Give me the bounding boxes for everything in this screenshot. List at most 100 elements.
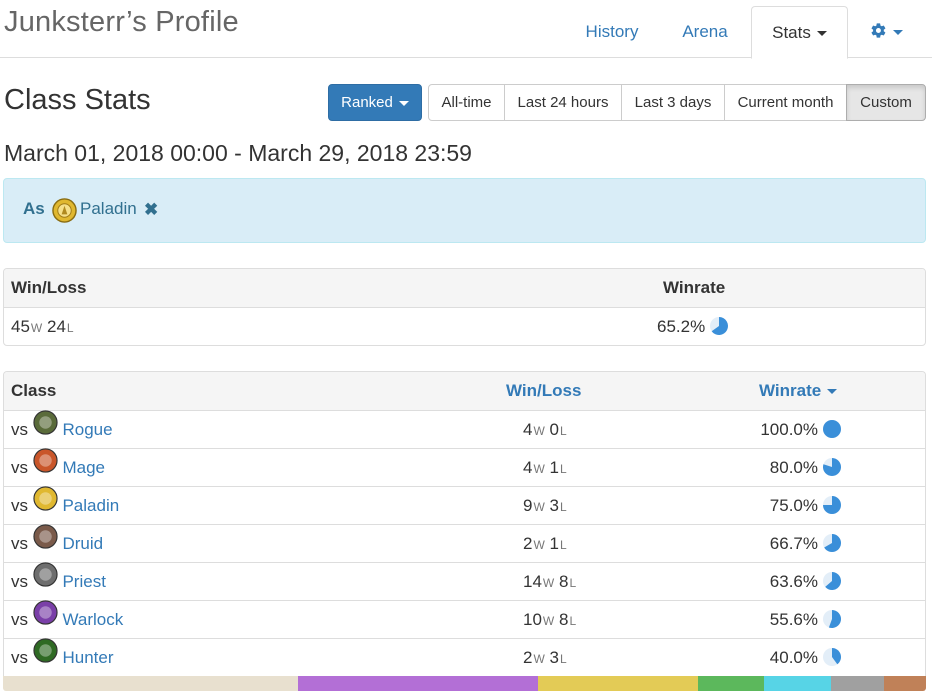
losses: 8 [558,610,569,629]
class-table: Class Win/Loss Winrate vs Rogue 4W 0L 100.… [3,371,926,677]
class-distribution-bar [3,676,926,691]
class-cell: vs Druid [11,523,103,564]
l-suffix: L [569,576,577,590]
winloss-cell: 14W 8L [523,563,576,602]
winrate-cell: 100.0% [760,411,842,448]
filter-last-24-hours[interactable]: Last 24 hours [504,84,622,121]
class-link[interactable]: Warlock [62,610,123,629]
time-filter-group: All-time Last 24 hours Last 3 days Curre… [428,84,926,121]
mage-icon [33,447,58,486]
winrate-value: 100.0% [760,420,818,439]
remove-icon[interactable]: ✖ [144,200,158,220]
summary-winrate: 65.2% [657,317,706,336]
wins: 4 [523,458,533,477]
w-suffix: W [533,500,545,514]
winrate-pie-icon [822,457,841,476]
winrate-value: 40.0% [769,648,818,667]
filter-all-time[interactable]: All-time [428,84,505,121]
class-color-segment [298,676,538,691]
vs-label: vs [11,458,28,477]
settings-dropdown[interactable] [856,6,916,59]
class-cell: vs Warlock [11,599,123,640]
l-suffix: L [560,652,567,666]
class-link[interactable]: Priest [62,572,105,591]
vs-label: vs [11,534,28,553]
winrate-cell: 75.0% [770,487,842,524]
filter-current-month[interactable]: Current month [724,84,847,121]
losses: 1 [549,458,559,477]
summary-table: Win/Loss Winrate 45W 24L 65.2% [3,268,926,346]
class-color-segment [698,676,764,691]
ranked-dropdown-button[interactable]: Ranked [328,84,422,121]
vs-label: vs [11,572,28,591]
w-suffix: W [542,576,555,590]
winloss-cell: 4W 0L [523,411,567,450]
winrate-cell: 40.0% [770,639,842,676]
tab-arena[interactable]: Arena [662,6,748,59]
l-suffix: L [560,538,567,552]
winrate-pie-icon [710,316,729,335]
filter-last-3-days[interactable]: Last 3 days [621,84,725,121]
filter-class-link[interactable]: Paladin [80,199,137,219]
tab-history[interactable]: History [566,6,658,59]
class-link[interactable]: Rogue [62,420,112,439]
chevron-down-icon [816,31,827,37]
class-link[interactable]: Paladin [62,496,119,515]
class-cell: vs Priest [11,561,106,602]
l-suffix: L [560,424,567,438]
winrate-pie-icon [823,533,842,552]
class-cell: vs Hunter [11,637,114,677]
winloss-cell: 2W 1L [523,525,567,564]
w-suffix: W [30,321,43,335]
class-cell: vs Paladin [11,485,119,526]
paladin-icon [52,198,77,228]
table-row: vs Mage 4W 1L 80.0% [4,447,925,488]
sort-desc-icon [827,389,838,395]
losses: 1 [549,534,559,553]
winrate-cell: 55.6% [770,601,842,638]
rogue-icon [33,409,58,448]
table-row: vs Priest 14W 8L 63.6% [4,561,925,602]
w-suffix: W [533,462,545,476]
class-link[interactable]: Hunter [62,648,113,667]
winrate-pie-icon [823,571,841,590]
vs-label: vs [11,610,28,629]
w-suffix: W [533,424,545,438]
filter-custom[interactable]: Custom [846,84,926,121]
sort-winrate[interactable]: Winrate [759,381,838,401]
vs-label: vs [11,420,28,439]
table-row: vs Paladin 9W 3L 75.0% [4,485,925,526]
header-class: Class [11,381,57,400]
hunter-icon [33,637,58,676]
class-link[interactable]: Mage [62,458,105,477]
winrate-cell: 66.7% [770,525,842,562]
class-color-segment [831,676,884,691]
winrate-pie-icon [823,647,841,666]
tab-stats[interactable]: Stats [751,6,848,59]
chevron-down-icon [398,100,409,106]
table-row: vs Warlock 10W 8L 55.6% [4,599,925,640]
sort-winloss[interactable]: Win/Loss [506,381,581,401]
losses: 3 [549,648,559,667]
wins: 4 [523,420,533,439]
summary-losses: 24 [46,317,66,336]
l-suffix: L [66,321,74,335]
winrate-value: 80.0% [769,458,818,477]
wins: 9 [523,496,533,515]
wins: 14 [523,572,542,591]
wins: 2 [523,648,533,667]
winrate-value: 66.7% [769,534,818,553]
summary-table-header: Win/Loss Winrate [4,269,925,308]
sort-winrate-label: Winrate [759,381,822,400]
class-cell: vs Mage [11,447,105,488]
winloss-cell: 4W 1L [523,449,567,488]
paladin-icon [33,485,58,524]
class-color-segment [764,676,831,691]
header-winloss: Win/Loss [11,278,87,297]
class-cell: vs Rogue [11,409,113,450]
tab-stats-label: Stats [772,23,811,42]
class-color-segment [884,676,926,691]
class-link[interactable]: Druid [62,534,103,553]
losses: 3 [549,496,559,515]
winloss-cell: 2W 3L [523,639,567,677]
